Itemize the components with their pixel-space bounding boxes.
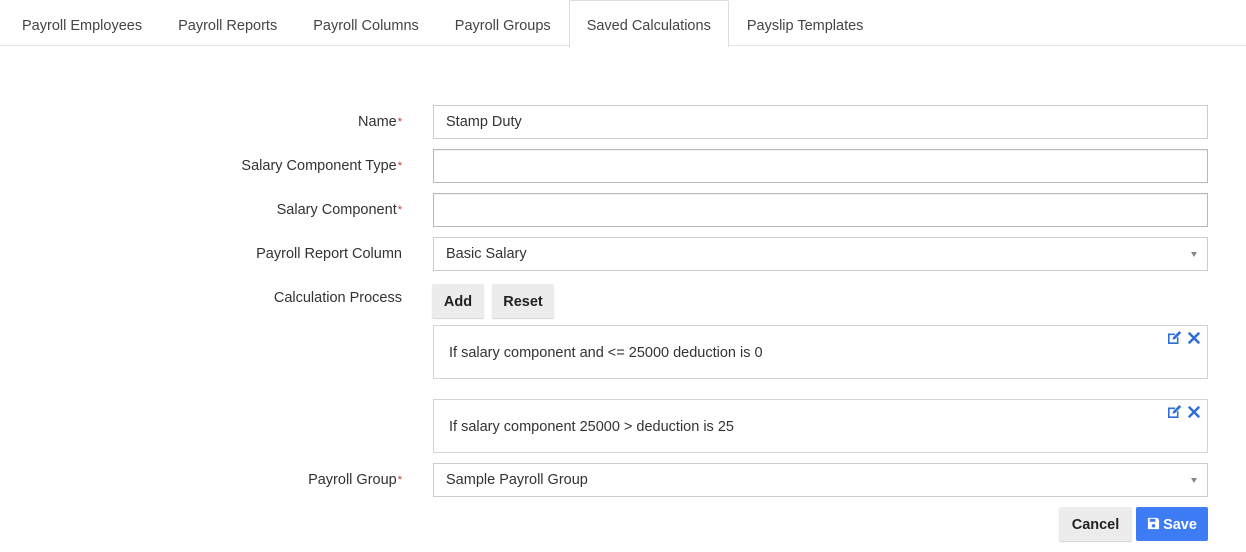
tab-payroll-employees[interactable]: Payroll Employees	[4, 0, 160, 46]
save-button-label: Save	[1163, 517, 1197, 533]
calculation-process-label: Calculation Process	[273, 290, 402, 306]
tab-payroll-reports[interactable]: Payroll Reports	[160, 0, 295, 46]
payroll-report-column-value: Basic Salary	[446, 246, 527, 262]
salary-component-type-label-text: Salary Component Type	[241, 158, 397, 174]
floppy-disk-icon	[1147, 517, 1160, 530]
reset-button[interactable]: Reset	[492, 284, 554, 318]
required-mark: *	[397, 204, 402, 216]
caret-down-icon	[1191, 252, 1197, 257]
add-button[interactable]: Add	[432, 284, 484, 318]
calculation-item-actions	[1166, 404, 1202, 420]
calculation-item-actions	[1166, 330, 1202, 346]
tab-payroll-columns[interactable]: Payroll Columns	[295, 0, 437, 46]
calculation-item: If salary component and <= 25000 deducti…	[433, 325, 1208, 379]
payroll-group-label: Payroll Group*	[0, 472, 402, 488]
tab-bar: Payroll Employees Payroll Reports Payrol…	[0, 0, 1246, 47]
name-label-text: Name	[358, 114, 397, 130]
edit-icon[interactable]	[1166, 404, 1182, 420]
salary-component-label: Salary Component*	[0, 202, 402, 218]
tab-payroll-groups[interactable]: Payroll Groups	[437, 0, 569, 46]
calculation-item-text: If salary component 25000 > deduction is…	[449, 419, 734, 435]
caret-down-icon	[1191, 478, 1197, 483]
cancel-button[interactable]: Cancel	[1059, 507, 1132, 541]
save-button[interactable]: Save	[1136, 507, 1208, 541]
calculation-item-text: If salary component and <= 25000 deducti…	[449, 345, 763, 361]
salary-component-type-input[interactable]	[433, 149, 1208, 183]
payroll-report-column-label: Payroll Report Column	[256, 246, 402, 262]
name-input[interactable]: Stamp Duty	[433, 105, 1208, 139]
payroll-report-column-select[interactable]: Basic Salary	[433, 237, 1208, 271]
close-icon[interactable]	[1186, 404, 1202, 420]
payroll-group-select[interactable]: Sample Payroll Group	[433, 463, 1208, 497]
calculation-item: If salary component 25000 > deduction is…	[433, 399, 1208, 453]
salary-component-input[interactable]	[433, 193, 1208, 227]
edit-icon[interactable]	[1166, 330, 1182, 346]
payroll-group-value: Sample Payroll Group	[446, 472, 588, 488]
required-mark: *	[397, 160, 402, 172]
tab-saved-calculations[interactable]: Saved Calculations	[568, 0, 729, 47]
tab-payslip-templates[interactable]: Payslip Templates	[729, 0, 882, 46]
payroll-group-label-text: Payroll Group	[308, 472, 397, 488]
required-mark: *	[397, 116, 402, 128]
close-icon[interactable]	[1186, 330, 1202, 346]
name-label: Name*	[0, 114, 402, 130]
required-mark: *	[397, 474, 402, 486]
salary-component-type-label: Salary Component Type*	[0, 158, 402, 174]
salary-component-label-text: Salary Component	[276, 202, 397, 218]
